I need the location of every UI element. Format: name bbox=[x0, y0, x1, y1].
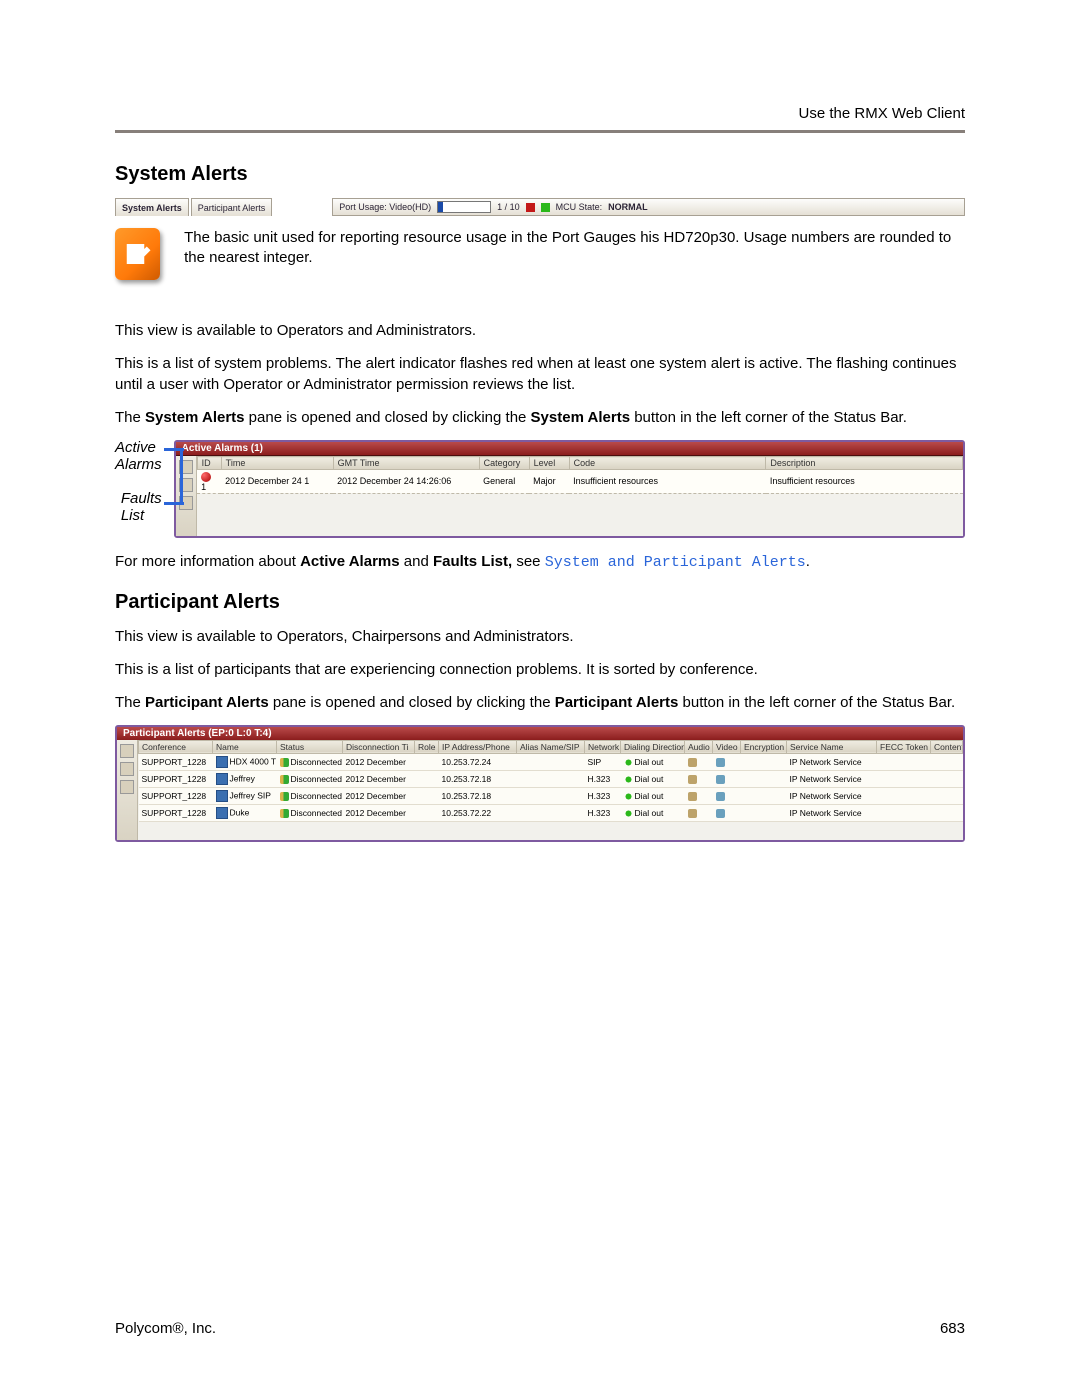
participant-icon bbox=[216, 756, 228, 768]
col-ip[interactable]: IP Address/Phone bbox=[439, 740, 517, 753]
video-icon bbox=[716, 809, 725, 818]
toolbar-icon[interactable] bbox=[120, 780, 134, 794]
col-network[interactable]: Network bbox=[585, 740, 621, 753]
port-usage-gauge bbox=[437, 201, 491, 213]
col-category[interactable]: Category bbox=[479, 457, 529, 470]
col-id[interactable]: ID bbox=[197, 457, 221, 470]
note-text: The basic unit used for reporting resour… bbox=[184, 228, 965, 269]
disconnected-icon bbox=[280, 775, 289, 784]
status-bar-usage: Port Usage: Video(HD) 1 / 10 MCU State: … bbox=[332, 198, 965, 216]
pa-paragraph-1: This view is available to Operators, Cha… bbox=[115, 626, 965, 647]
col-disconnection[interactable]: Disconnection Ti bbox=[343, 740, 415, 753]
col-alias[interactable]: Alias Name/SIP bbox=[517, 740, 585, 753]
section-title-system-alerts: System Alerts bbox=[115, 163, 965, 186]
active-alarms-pane: Active Alarms (1) ID bbox=[174, 440, 965, 538]
dial-out-icon bbox=[624, 792, 633, 801]
system-alerts-tab[interactable]: System Alerts bbox=[115, 198, 189, 216]
toolbar-icon[interactable] bbox=[120, 762, 134, 776]
disconnected-icon bbox=[280, 792, 289, 801]
disconnected-icon bbox=[280, 758, 289, 767]
disconnected-icon bbox=[280, 809, 289, 818]
col-encryption[interactable]: Encryption bbox=[741, 740, 787, 753]
audio-icon bbox=[688, 775, 697, 784]
sa-paragraph-3: The System Alerts pane is opened and clo… bbox=[115, 407, 965, 428]
xref-paragraph: For more information about Active Alarms… bbox=[115, 553, 965, 571]
participant-alerts-sidebar bbox=[117, 740, 138, 840]
table-row[interactable]: SUPPORT_1228DukeDisconnected2012 Decembe… bbox=[139, 804, 963, 821]
audio-icon bbox=[688, 792, 697, 801]
col-conference[interactable]: Conference bbox=[139, 740, 213, 753]
col-desc[interactable]: Description bbox=[766, 457, 963, 470]
col-video[interactable]: Video bbox=[713, 740, 741, 753]
footer-left: Polycom®, Inc. bbox=[115, 1320, 216, 1337]
participant-alerts-title: Participant Alerts (EP:0 L:0 T:4) bbox=[117, 727, 963, 740]
video-icon bbox=[716, 792, 725, 801]
col-level[interactable]: Level bbox=[529, 457, 569, 470]
participant-icon bbox=[216, 773, 228, 785]
col-audio[interactable]: Audio bbox=[685, 740, 713, 753]
status-bar: System Alerts Participant Alerts Port Us… bbox=[115, 198, 965, 216]
col-service[interactable]: Service Name bbox=[787, 740, 877, 753]
col-direction[interactable]: Dialing Direction bbox=[621, 740, 685, 753]
participant-alerts-pane: Participant Alerts (EP:0 L:0 T:4) Confer… bbox=[115, 725, 965, 842]
mcu-state-label: MCU State: bbox=[556, 202, 603, 212]
active-alarms-title: Active Alarms (1) bbox=[176, 442, 963, 456]
page-header-right: Use the RMX Web Client bbox=[115, 105, 965, 122]
alarm-level-icon bbox=[201, 472, 211, 482]
participant-alerts-tab[interactable]: Participant Alerts bbox=[191, 198, 273, 216]
note-icon bbox=[115, 228, 160, 280]
callout-connector bbox=[164, 502, 184, 505]
table-row[interactable]: 1 2012 December 24 1 2012 December 24 14… bbox=[197, 470, 962, 494]
page-footer: Polycom®, Inc. 683 bbox=[115, 1320, 965, 1337]
audio-icon bbox=[688, 758, 697, 767]
section-title-participant-alerts: Participant Alerts bbox=[115, 591, 965, 614]
header-divider bbox=[115, 130, 965, 133]
video-icon bbox=[716, 758, 725, 767]
note-block: The basic unit used for reporting resour… bbox=[115, 228, 965, 280]
callout-connector bbox=[180, 448, 183, 504]
xref-link[interactable]: System and Participant Alerts bbox=[545, 554, 806, 571]
col-role[interactable]: Role bbox=[415, 740, 439, 753]
footer-right: 683 bbox=[940, 1320, 965, 1337]
active-alarms-table: ID Time GMT Time Category Level Code Des… bbox=[197, 456, 963, 536]
col-fecc[interactable]: FECC Token bbox=[877, 740, 931, 753]
participant-icon bbox=[216, 807, 228, 819]
port-usage-value: 1 / 10 bbox=[497, 202, 520, 212]
toolbar-icon[interactable] bbox=[120, 744, 134, 758]
col-name[interactable]: Name bbox=[213, 740, 277, 753]
port-usage-label: Port Usage: Video(HD) bbox=[339, 202, 431, 212]
participant-icon bbox=[216, 790, 228, 802]
dial-out-icon bbox=[624, 809, 633, 818]
video-icon bbox=[716, 775, 725, 784]
audio-icon bbox=[688, 809, 697, 818]
table-row[interactable]: SUPPORT_1228JeffreyDisconnected2012 Dece… bbox=[139, 770, 963, 787]
alert-indicator-icon bbox=[526, 203, 535, 212]
col-gmt[interactable]: GMT Time bbox=[333, 457, 479, 470]
pa-paragraph-3: The Participant Alerts pane is opened an… bbox=[115, 692, 965, 713]
pa-paragraph-2: This is a list of participants that are … bbox=[115, 659, 965, 680]
col-code[interactable]: Code bbox=[569, 457, 766, 470]
mcu-state-value: NORMAL bbox=[608, 202, 648, 212]
sa-paragraph-1: This view is available to Operators and … bbox=[115, 320, 965, 341]
sa-paragraph-2: This is a list of system problems. The a… bbox=[115, 353, 965, 395]
mcu-state-icon bbox=[541, 203, 550, 212]
col-time[interactable]: Time bbox=[221, 457, 333, 470]
dial-out-icon bbox=[624, 758, 633, 767]
dial-out-icon bbox=[624, 775, 633, 784]
col-content[interactable]: Content Token bbox=[931, 740, 963, 753]
active-alarms-callouts: ActiveAlarms FaultsList bbox=[115, 440, 162, 524]
table-row[interactable]: SUPPORT_1228HDX 4000 TDisconnected2012 D… bbox=[139, 753, 963, 770]
col-status[interactable]: Status bbox=[277, 740, 343, 753]
table-row[interactable]: SUPPORT_1228Jeffrey SIPDisconnected2012 … bbox=[139, 787, 963, 804]
participant-alerts-table: Conference Name Status Disconnection Ti … bbox=[138, 740, 963, 840]
